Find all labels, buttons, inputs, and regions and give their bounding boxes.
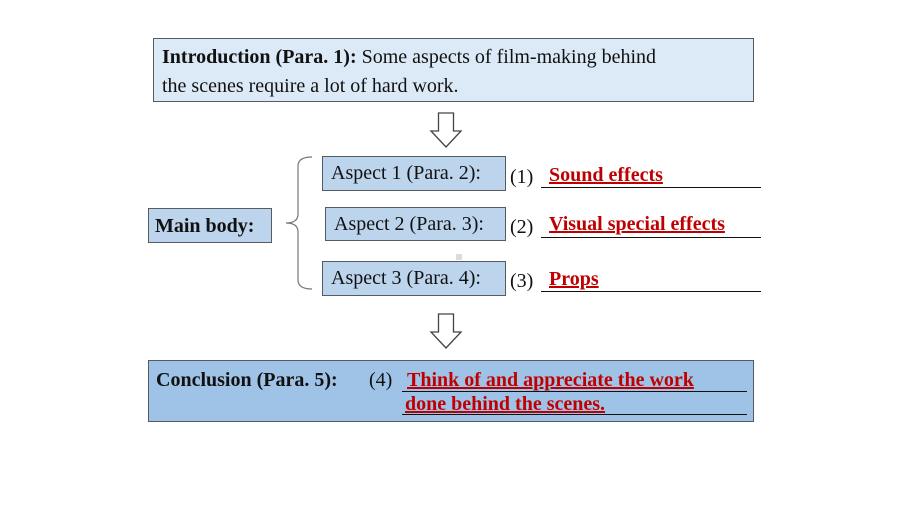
aspect-3-label: Aspect 3 (Para. 4): bbox=[331, 267, 481, 289]
aspect-1-box: Aspect 1 (Para. 2): bbox=[322, 156, 506, 191]
down-arrow-icon bbox=[429, 112, 463, 148]
left-brace-icon bbox=[285, 156, 313, 290]
conclusion-box: Conclusion (Para. 5): (4) Think of and a… bbox=[148, 360, 754, 422]
aspect-1-label: Aspect 1 (Para. 2): bbox=[331, 162, 481, 184]
introduction-text-2: the scenes require a lot of hard work. bbox=[162, 75, 459, 97]
introduction-label: Introduction (Para. 1): bbox=[162, 46, 357, 68]
answer-3-text: Props bbox=[549, 268, 599, 290]
conclusion-number: (4) bbox=[369, 369, 393, 391]
answer-1-text: Sound effects bbox=[549, 164, 663, 186]
aspect-3-box: Aspect 3 (Para. 4): bbox=[322, 261, 506, 296]
answer-1-blank bbox=[541, 187, 761, 188]
main-body-label: Main body: bbox=[155, 215, 255, 237]
conclusion-label: Conclusion (Para. 5): bbox=[156, 369, 338, 391]
answer-2-text: Visual special effects bbox=[549, 213, 725, 235]
answer-3-blank bbox=[541, 291, 761, 292]
aspect-2-label: Aspect 2 (Para. 3): bbox=[334, 213, 484, 235]
introduction-box: Introduction (Para. 1): Some aspects of … bbox=[153, 38, 754, 102]
answer-2-number: (2) bbox=[510, 216, 534, 238]
decorative-dot bbox=[456, 254, 462, 260]
answer-3-number: (3) bbox=[510, 270, 534, 292]
introduction-line-1: Introduction (Para. 1): Some aspects of … bbox=[162, 43, 745, 72]
answer-2-blank bbox=[541, 237, 761, 238]
introduction-text-1: Some aspects of film-making behind bbox=[356, 46, 657, 68]
aspect-2-box: Aspect 2 (Para. 3): bbox=[325, 207, 506, 241]
answer-1-number: (1) bbox=[510, 166, 534, 188]
main-body-box: Main body: bbox=[148, 208, 272, 243]
down-arrow-icon bbox=[429, 313, 463, 349]
conclusion-answer-2: done behind the scenes. bbox=[405, 393, 606, 415]
